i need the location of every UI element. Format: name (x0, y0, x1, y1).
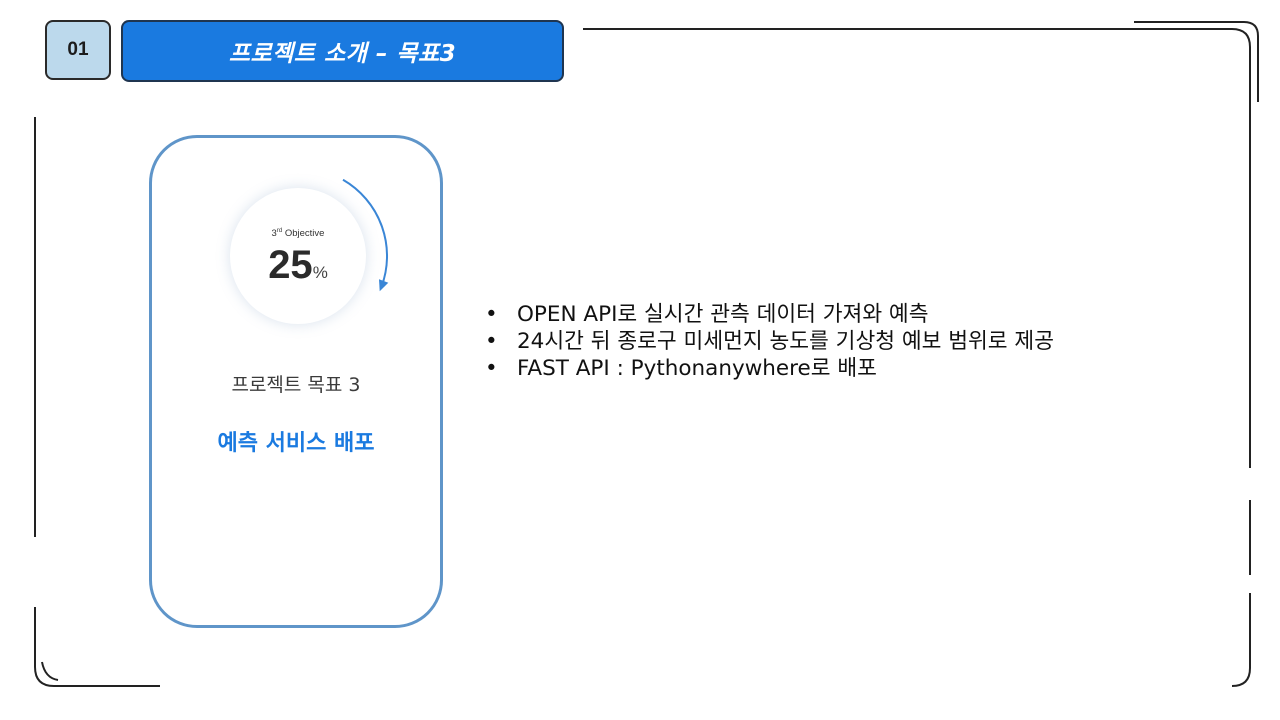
bullet-list: OPEN API로 실시간 관측 데이터 가져와 예측 24시간 뒤 종로구 미… (485, 301, 1054, 382)
section-number-badge: 01 (45, 20, 111, 80)
objective-card: 3rd Objective 25% 프로젝트 목표 3 예측 서비스 배포 (149, 135, 443, 628)
goal-headline: 예측 서비스 배포 (217, 431, 375, 456)
bullet-item: OPEN API로 실시간 관측 데이터 가져와 예측 (485, 301, 1054, 328)
bullet-item: 24시간 뒤 종로구 미세먼지 농도를 기상청 예보 범위로 제공 (485, 328, 1054, 355)
section-title: 프로젝트 소개 – 목표3 (121, 20, 564, 82)
progress-arc (342, 178, 389, 292)
bullet-item: FAST API : Pythonanywhere로 배포 (485, 355, 1054, 382)
goal-subtitle: 프로젝트 목표 3 (231, 374, 361, 396)
